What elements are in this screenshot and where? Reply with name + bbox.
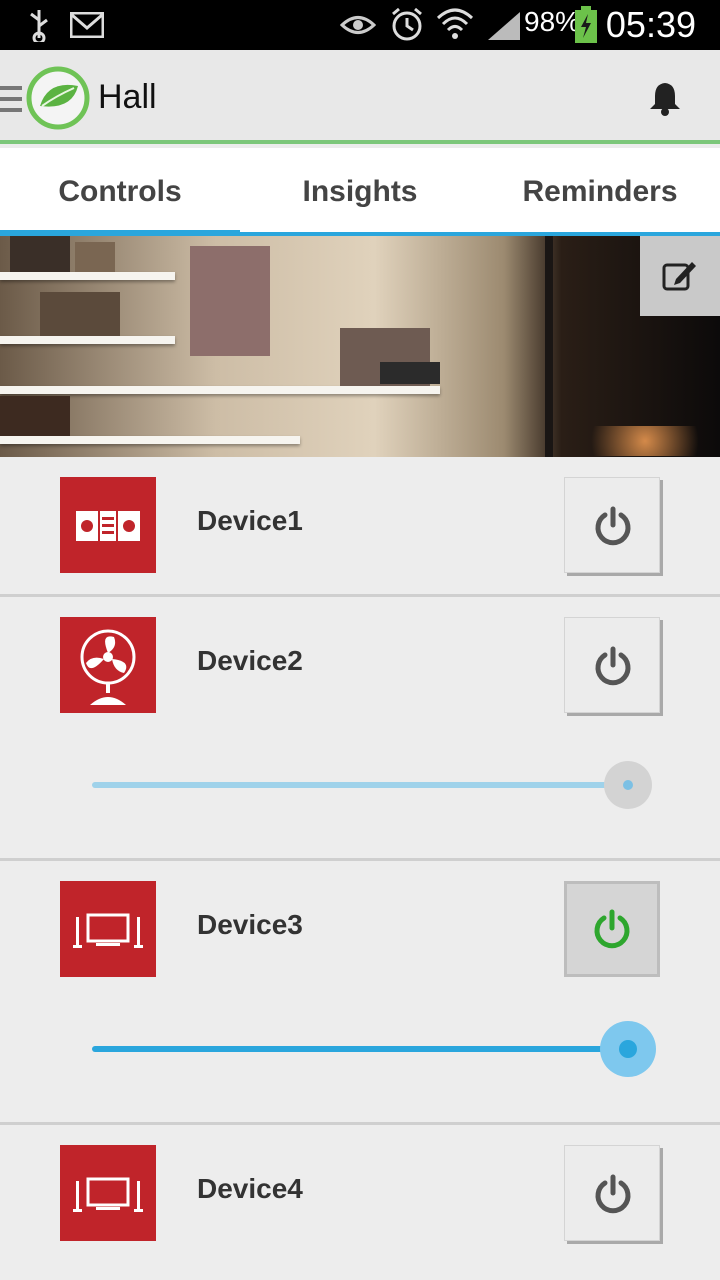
fan-icon [60, 617, 156, 713]
edit-icon [662, 258, 698, 297]
room-image [0, 236, 720, 457]
tv-icon [60, 1145, 156, 1241]
device-3-slider-thumb[interactable] [600, 1021, 656, 1077]
page-title: Hall [98, 78, 157, 116]
tab-bar: Controls Insights Reminders [0, 148, 720, 240]
leaf-logo[interactable] [26, 66, 90, 135]
tab-insights[interactable]: Insights [240, 148, 480, 236]
usb-icon [26, 8, 52, 47]
device-row-3: Device3 [0, 861, 720, 1125]
tab-reminders-label: Reminders [522, 175, 678, 208]
menu-icon[interactable] [0, 84, 22, 119]
power-icon [595, 1174, 631, 1214]
battery-percent: 98% [524, 6, 581, 37]
device-name: Device2 [197, 645, 303, 676]
device-2-slider-track[interactable] [92, 782, 628, 788]
power-icon [595, 646, 631, 686]
device-2-power-button[interactable] [564, 617, 660, 713]
device-name: Device4 [197, 1173, 303, 1204]
alarm-icon [390, 6, 424, 47]
device-row-4: Device4 [0, 1125, 720, 1280]
power-icon [595, 506, 631, 546]
device-name: Device3 [197, 909, 303, 940]
clock: 05:39 [605, 4, 696, 45]
device-row-2: Device2 [0, 597, 720, 861]
device-1-power-button[interactable] [564, 477, 660, 573]
device-4-power-button[interactable] [564, 1145, 660, 1241]
signal-icon [486, 10, 522, 47]
wifi-icon [436, 6, 474, 47]
device-3-slider-track[interactable] [92, 1046, 628, 1052]
eye-icon [339, 12, 377, 43]
device-2-slider-thumb[interactable] [604, 761, 652, 809]
tab-controls-label: Controls [58, 175, 182, 208]
edit-button[interactable] [640, 236, 720, 316]
tab-reminders[interactable]: Reminders [480, 148, 720, 236]
gmail-icon [69, 11, 105, 43]
app-bar: Hall [0, 50, 720, 144]
device-name: Device1 [197, 505, 303, 536]
tab-controls[interactable]: Controls [0, 148, 240, 240]
tab-insights-label: Insights [302, 175, 418, 208]
bell-icon[interactable] [648, 80, 682, 121]
device-row-1: Device1 [0, 457, 720, 597]
status-bar: 98% 05:39 [0, 0, 720, 50]
stereo-icon [60, 477, 156, 573]
tv-icon [60, 881, 156, 977]
power-icon [594, 909, 630, 949]
device-3-power-button[interactable] [564, 881, 660, 977]
battery-icon [574, 6, 598, 49]
